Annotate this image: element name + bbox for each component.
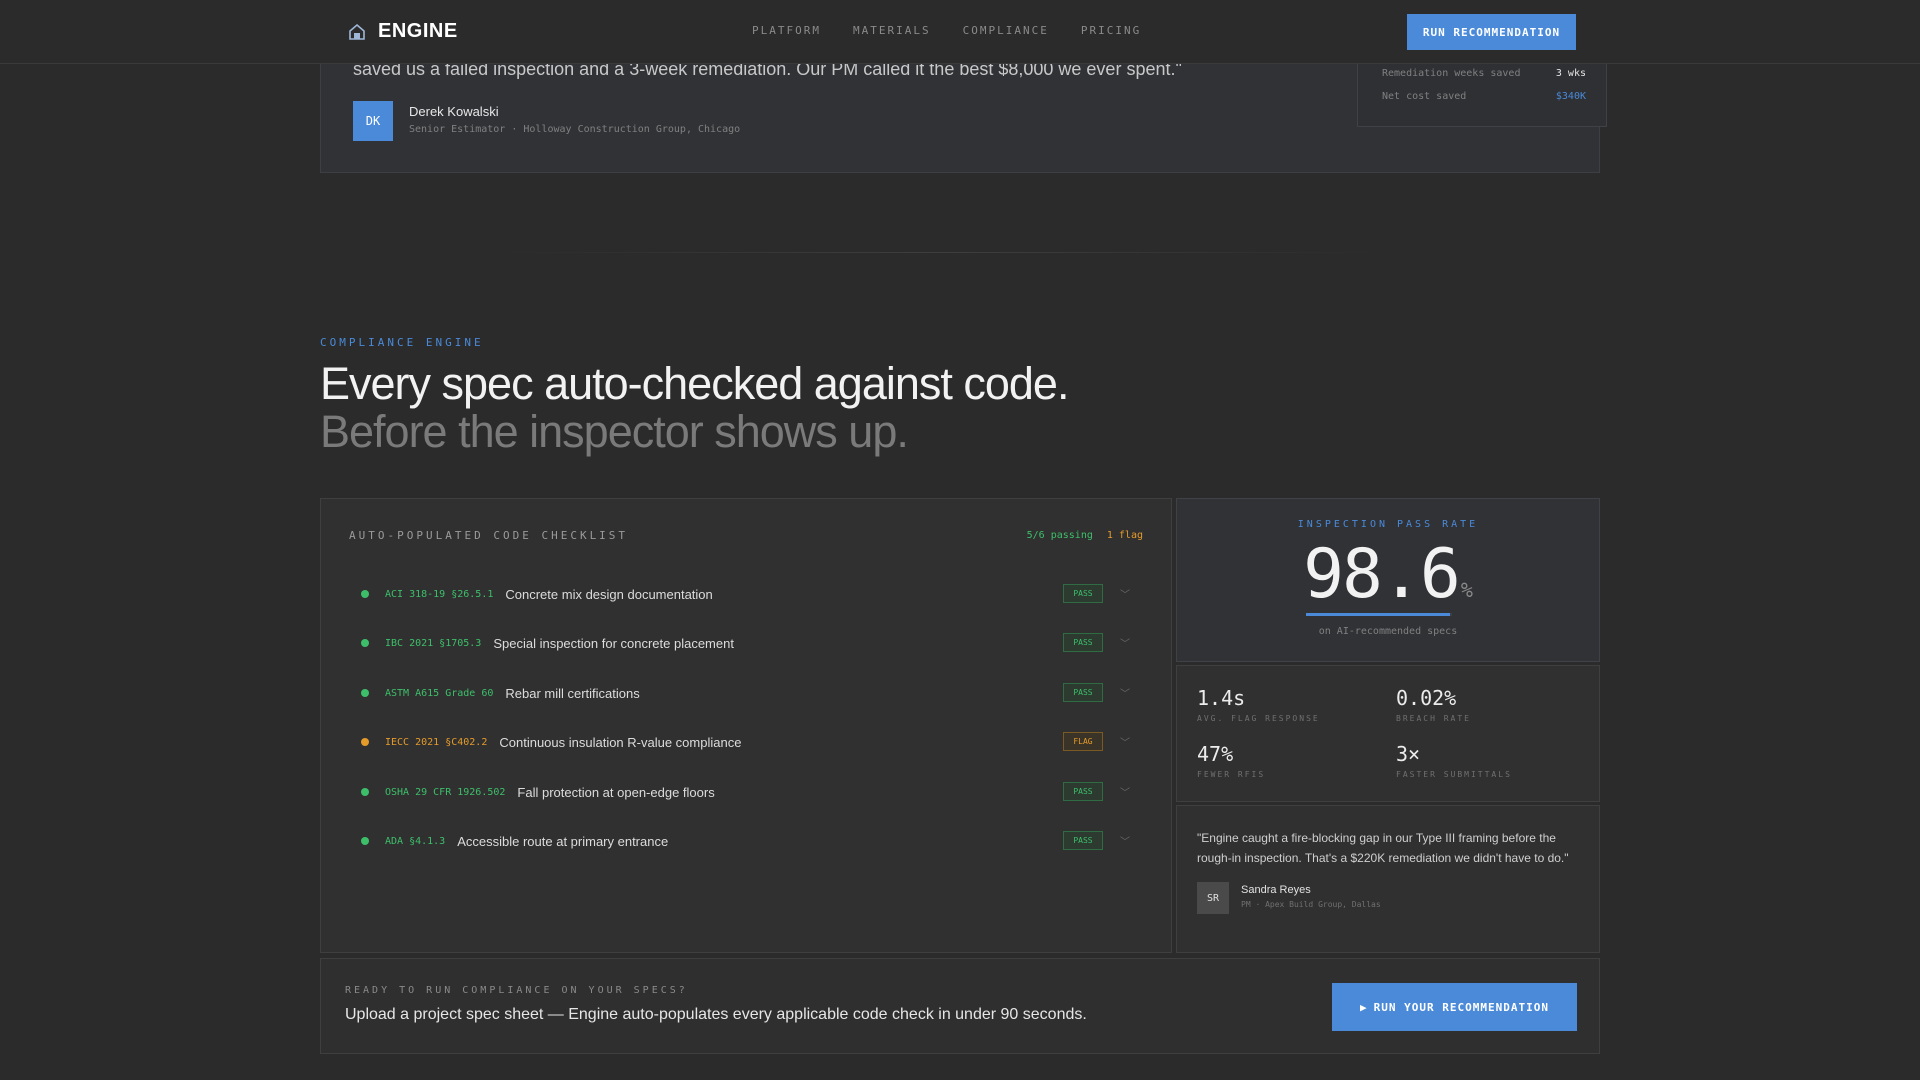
status-dot: [361, 738, 369, 746]
code-reference: OSHA 29 CFR 1926.502: [385, 786, 506, 798]
status-dot: [361, 689, 369, 697]
nav-links: PLATFORM MATERIALS COMPLIANCE PRICING: [752, 24, 1141, 37]
brand[interactable]: ENGINE: [348, 20, 458, 43]
chevron-down-icon[interactable]: ﹀: [1119, 735, 1131, 749]
chevron-down-icon[interactable]: ﹀: [1119, 636, 1131, 650]
testimonial-quote: "Engine caught a fire-blocking gap in ou…: [1197, 831, 1569, 865]
brand-name: ENGINE: [378, 20, 458, 42]
status-badge: PASS: [1063, 683, 1103, 702]
section-eyebrow: COMPLIANCE ENGINE: [320, 336, 484, 349]
check-description: Fall protection at open-edge floors: [517, 784, 715, 800]
engine-logo-icon: [349, 23, 365, 40]
metric-label: Remediation weeks saved: [1382, 68, 1521, 79]
metric-value: $340K: [1555, 91, 1586, 102]
stat-label: BREACH RATE: [1396, 714, 1471, 723]
play-icon: ▶: [1360, 1000, 1368, 1014]
chevron-down-icon[interactable]: ﹀: [1119, 686, 1131, 700]
metric-value: 3 wks: [1555, 68, 1586, 79]
pass-rate-bar-fill: [1306, 613, 1450, 616]
checklist-title: AUTO-POPULATED CODE CHECKLIST: [349, 529, 629, 542]
checklist-item[interactable]: ASTM A615 Grade 60 Rebar mill certificat…: [361, 681, 1131, 705]
pass-rate-caption: on AI-recommended specs: [1318, 626, 1458, 637]
pass-rate-number: 98.6: [1303, 535, 1461, 614]
checklist-item[interactable]: IBC 2021 §1705.3 Special inspection for …: [361, 631, 1131, 655]
run-recommendation-button[interactable]: RUN RECOMMENDATION: [1407, 14, 1576, 50]
stat-label: FASTER SUBMITTALS: [1396, 770, 1512, 779]
check-description: Rebar mill certifications: [505, 685, 640, 701]
section-headline: Every spec auto-checked against code.: [320, 358, 1069, 409]
pass-rate-unit: %: [1460, 578, 1473, 602]
stat-value: 47%: [1197, 742, 1234, 766]
cta-text: Upload a project spec sheet — Engine aut…: [345, 1006, 1087, 1023]
results-metrics-box: Remediation weeks saved 3 wks Net cost s…: [1357, 57, 1607, 127]
testimonial-author-role: Senior Estimator · Holloway Construction…: [409, 124, 741, 135]
stat-label: AVG. FLAG RESPONSE: [1197, 714, 1320, 723]
metric-label: Net cost saved: [1382, 91, 1467, 102]
avatar: DK: [353, 101, 393, 141]
passing-count: 5/6 passing: [1026, 530, 1093, 541]
code-reference: ACI 318-19 §26.5.1: [385, 588, 494, 600]
stat-value: 0.02%: [1396, 686, 1457, 710]
stat-label: FEWER RFIS: [1197, 770, 1266, 779]
status-badge: PASS: [1063, 782, 1103, 801]
stat-breach-rate: 0.02% BREACH RATE: [1396, 686, 1471, 723]
testimonial-card-side: "Engine caught a fire-blocking gap in ou…: [1176, 805, 1600, 953]
checklist-item[interactable]: OSHA 29 CFR 1926.502 Fall protection at …: [361, 780, 1131, 804]
status-dot: [361, 590, 369, 598]
stat-fewer-rfis: 47% FEWER RFIS: [1197, 742, 1265, 779]
pass-rate-card: INSPECTION PASS RATE 98.6 % on AI-recomm…: [1176, 498, 1600, 662]
pass-rate-label: INSPECTION PASS RATE: [1297, 519, 1479, 530]
checklist-summary: 5/6 passing 1 flag: [1027, 530, 1143, 541]
section-subheadline: Before the inspector shows up.: [320, 406, 909, 457]
chevron-down-icon[interactable]: ﹀: [1119, 587, 1131, 601]
section-divider: [500, 252, 1380, 253]
code-reference: IBC 2021 §1705.3: [385, 637, 482, 649]
checklist-item[interactable]: IECC 2021 §C402.2 Continuous insulation …: [361, 730, 1131, 754]
nav-link-pricing[interactable]: PRICING: [1081, 24, 1141, 37]
testimonial-author-name: Derek Kowalski: [409, 104, 499, 119]
code-reference: ADA §4.1.3: [385, 835, 446, 847]
flag-count: 1 flag: [1106, 530, 1143, 541]
cta-bar: READY TO RUN COMPLIANCE ON YOUR SPECS? U…: [320, 958, 1600, 1054]
status-badge: PASS: [1063, 584, 1103, 603]
stat-faster-submittals: 3× FASTER SUBMITTALS: [1396, 742, 1512, 779]
code-checklist-panel: AUTO-POPULATED CODE CHECKLIST 5/6 passin…: [320, 498, 1172, 953]
stat-value: 3×: [1396, 742, 1421, 766]
stats-card: 1.4s AVG. FLAG RESPONSE 0.02% BREACH RAT…: [1176, 665, 1600, 802]
pass-rate-value: 98.6 %: [1177, 535, 1599, 614]
avatar: SR: [1197, 882, 1229, 914]
stat-avg-flag-response: 1.4s AVG. FLAG RESPONSE: [1197, 686, 1320, 723]
cta-button-label: RUN YOUR RECOMMENDATION: [1373, 1000, 1549, 1014]
code-reference: IECC 2021 §C402.2: [385, 736, 488, 748]
check-description: Special inspection for concrete placemen…: [493, 635, 734, 651]
nav-link-materials[interactable]: MATERIALS: [853, 24, 931, 37]
nav-link-compliance[interactable]: COMPLIANCE: [963, 24, 1049, 37]
chevron-down-icon[interactable]: ﹀: [1119, 785, 1131, 799]
check-description: Continuous insulation R-value compliance: [499, 734, 742, 750]
nav-link-platform[interactable]: PLATFORM: [752, 24, 821, 37]
checklist-item[interactable]: ACI 318-19 §26.5.1 Concrete mix design d…: [361, 582, 1131, 606]
metric-row: Remediation weeks saved 3 wks: [1382, 68, 1586, 79]
checklist-item[interactable]: ADA §4.1.3 Accessible route at primary e…: [361, 829, 1131, 853]
check-description: Concrete mix design documentation: [505, 586, 713, 602]
metric-row: Net cost saved $340K: [1382, 91, 1586, 102]
status-dot: [361, 837, 369, 845]
testimonial-author-role: PM · Apex Build Group, Dallas: [1241, 900, 1381, 909]
pass-rate-bar: [1306, 613, 1452, 616]
code-reference: ASTM A615 Grade 60: [385, 687, 494, 699]
stat-value: 1.4s: [1197, 686, 1246, 710]
top-nav: ENGINE PLATFORM MATERIALS COMPLIANCE PRI…: [0, 0, 1920, 64]
status-badge: PASS: [1063, 633, 1103, 652]
status-dot: [361, 639, 369, 647]
check-description: Accessible route at primary entrance: [457, 833, 669, 849]
cta-eyebrow: READY TO RUN COMPLIANCE ON YOUR SPECS?: [345, 985, 688, 996]
chevron-down-icon[interactable]: ﹀: [1119, 834, 1131, 848]
status-badge: PASS: [1063, 831, 1103, 850]
status-dot: [361, 788, 369, 796]
run-your-recommendation-button[interactable]: ▶ RUN YOUR RECOMMENDATION: [1332, 983, 1577, 1031]
testimonial-author-name: Sandra Reyes: [1241, 884, 1311, 896]
status-badge: FLAG: [1063, 732, 1103, 751]
